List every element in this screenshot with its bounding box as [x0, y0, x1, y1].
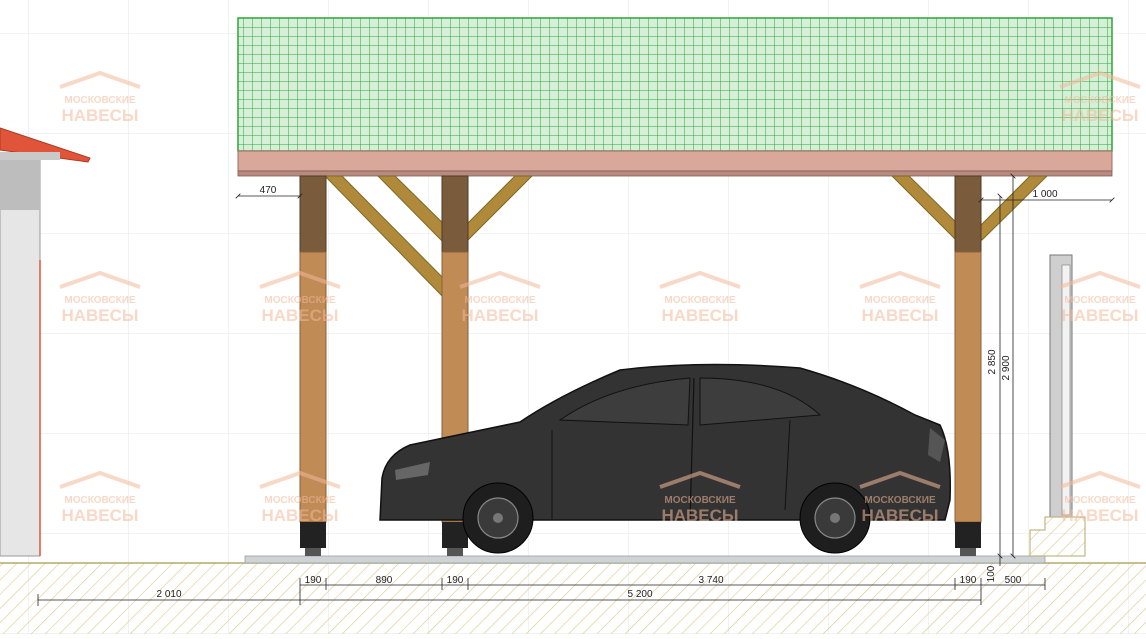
- watermark-line2: НАВЕСЫ: [661, 506, 738, 525]
- dim-base-height: 100: [986, 565, 997, 582]
- watermark-line2: НАВЕСЫ: [861, 506, 938, 525]
- roof: [237, 17, 1113, 177]
- watermark-line1: МОСКОВСКИЕ: [864, 295, 936, 306]
- dim-overhang-left: 470: [260, 185, 277, 196]
- dim-post-3: 190: [960, 575, 977, 586]
- watermark-line2: НАВЕСЫ: [261, 506, 338, 525]
- watermark-line2: НАВЕСЫ: [661, 306, 738, 325]
- watermark-line1: МОСКОВСКИЕ: [1064, 495, 1136, 506]
- dim-total-length: 5 200: [627, 589, 652, 600]
- dim-house-offset: 2 010: [156, 589, 181, 600]
- watermark-line2: НАВЕСЫ: [61, 506, 138, 525]
- watermark-line2: НАВЕСЫ: [61, 306, 138, 325]
- watermark-line1: МОСКОВСКИЕ: [864, 495, 936, 506]
- watermark-line2: НАВЕСЫ: [261, 306, 338, 325]
- watermark-line1: МОСКОВСКИЕ: [264, 495, 336, 506]
- watermark-line2: НАВЕСЫ: [861, 306, 938, 325]
- watermark-line1: МОСКОВСКИЕ: [664, 295, 736, 306]
- dim-gap-1: 890: [376, 575, 393, 586]
- dim-span-main: 3 740: [698, 575, 723, 586]
- watermark-line1: МОСКОВСКИЕ: [1064, 95, 1136, 106]
- watermark-line1: МОСКОВСКИЕ: [64, 495, 136, 506]
- watermark-line1: МОСКОВСКИЕ: [64, 95, 136, 106]
- watermark-line2: НАВЕСЫ: [1061, 106, 1138, 125]
- watermark-line1: МОСКОВСКИЕ: [64, 295, 136, 306]
- watermark-line2: НАВЕСЫ: [61, 106, 138, 125]
- dim-offset-right: 500: [1005, 575, 1022, 586]
- watermark-line1: МОСКОВСКИЕ: [664, 495, 736, 506]
- dim-overhang-right: 1 000: [1032, 189, 1057, 200]
- roof-beam: [237, 150, 1113, 172]
- watermark-line1: МОСКОВСКИЕ: [464, 295, 536, 306]
- carport-drawing: МОСКОВСКИЕ НАВЕСЫ МОСКОВСКИЕ НАВЕСЫ МОСК…: [0, 0, 1146, 634]
- dim-post-1: 190: [305, 575, 322, 586]
- watermark-line1: МОСКОВСКИЕ: [1064, 295, 1136, 306]
- watermark-line2: НАВЕСЫ: [1061, 306, 1138, 325]
- dim-post-2: 190: [447, 575, 464, 586]
- post-right: [954, 175, 982, 556]
- dim-height-total: 2 900: [1001, 355, 1012, 380]
- dim-height-beam: 2 850: [987, 349, 998, 374]
- watermark-line2: НАВЕСЫ: [461, 306, 538, 325]
- watermark-line1: МОСКОВСКИЕ: [264, 295, 336, 306]
- watermark-line2: НАВЕСЫ: [1061, 506, 1138, 525]
